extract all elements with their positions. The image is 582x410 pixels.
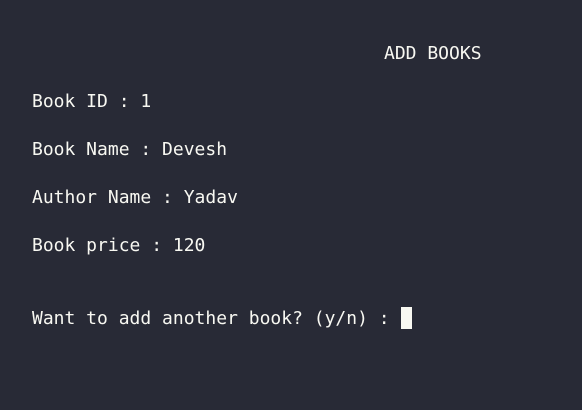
text-cursor[interactable] (401, 307, 413, 329)
book-id-line: Book ID : 1 (32, 91, 152, 112)
author-name-line: Author Name : Yadav (32, 187, 238, 208)
book-price-line: Book price : 120 (32, 235, 206, 256)
terminal-window[interactable]: ADD BOOKS Book ID : 1 Book Name : Devesh… (0, 0, 582, 410)
prompt-text: Want to add another book? (y/n) : (32, 308, 401, 329)
book-name-line: Book Name : Devesh (32, 139, 228, 160)
screen-title: ADD BOOKS (384, 43, 482, 64)
add-another-prompt[interactable]: Want to add another book? (y/n) : (32, 307, 413, 330)
